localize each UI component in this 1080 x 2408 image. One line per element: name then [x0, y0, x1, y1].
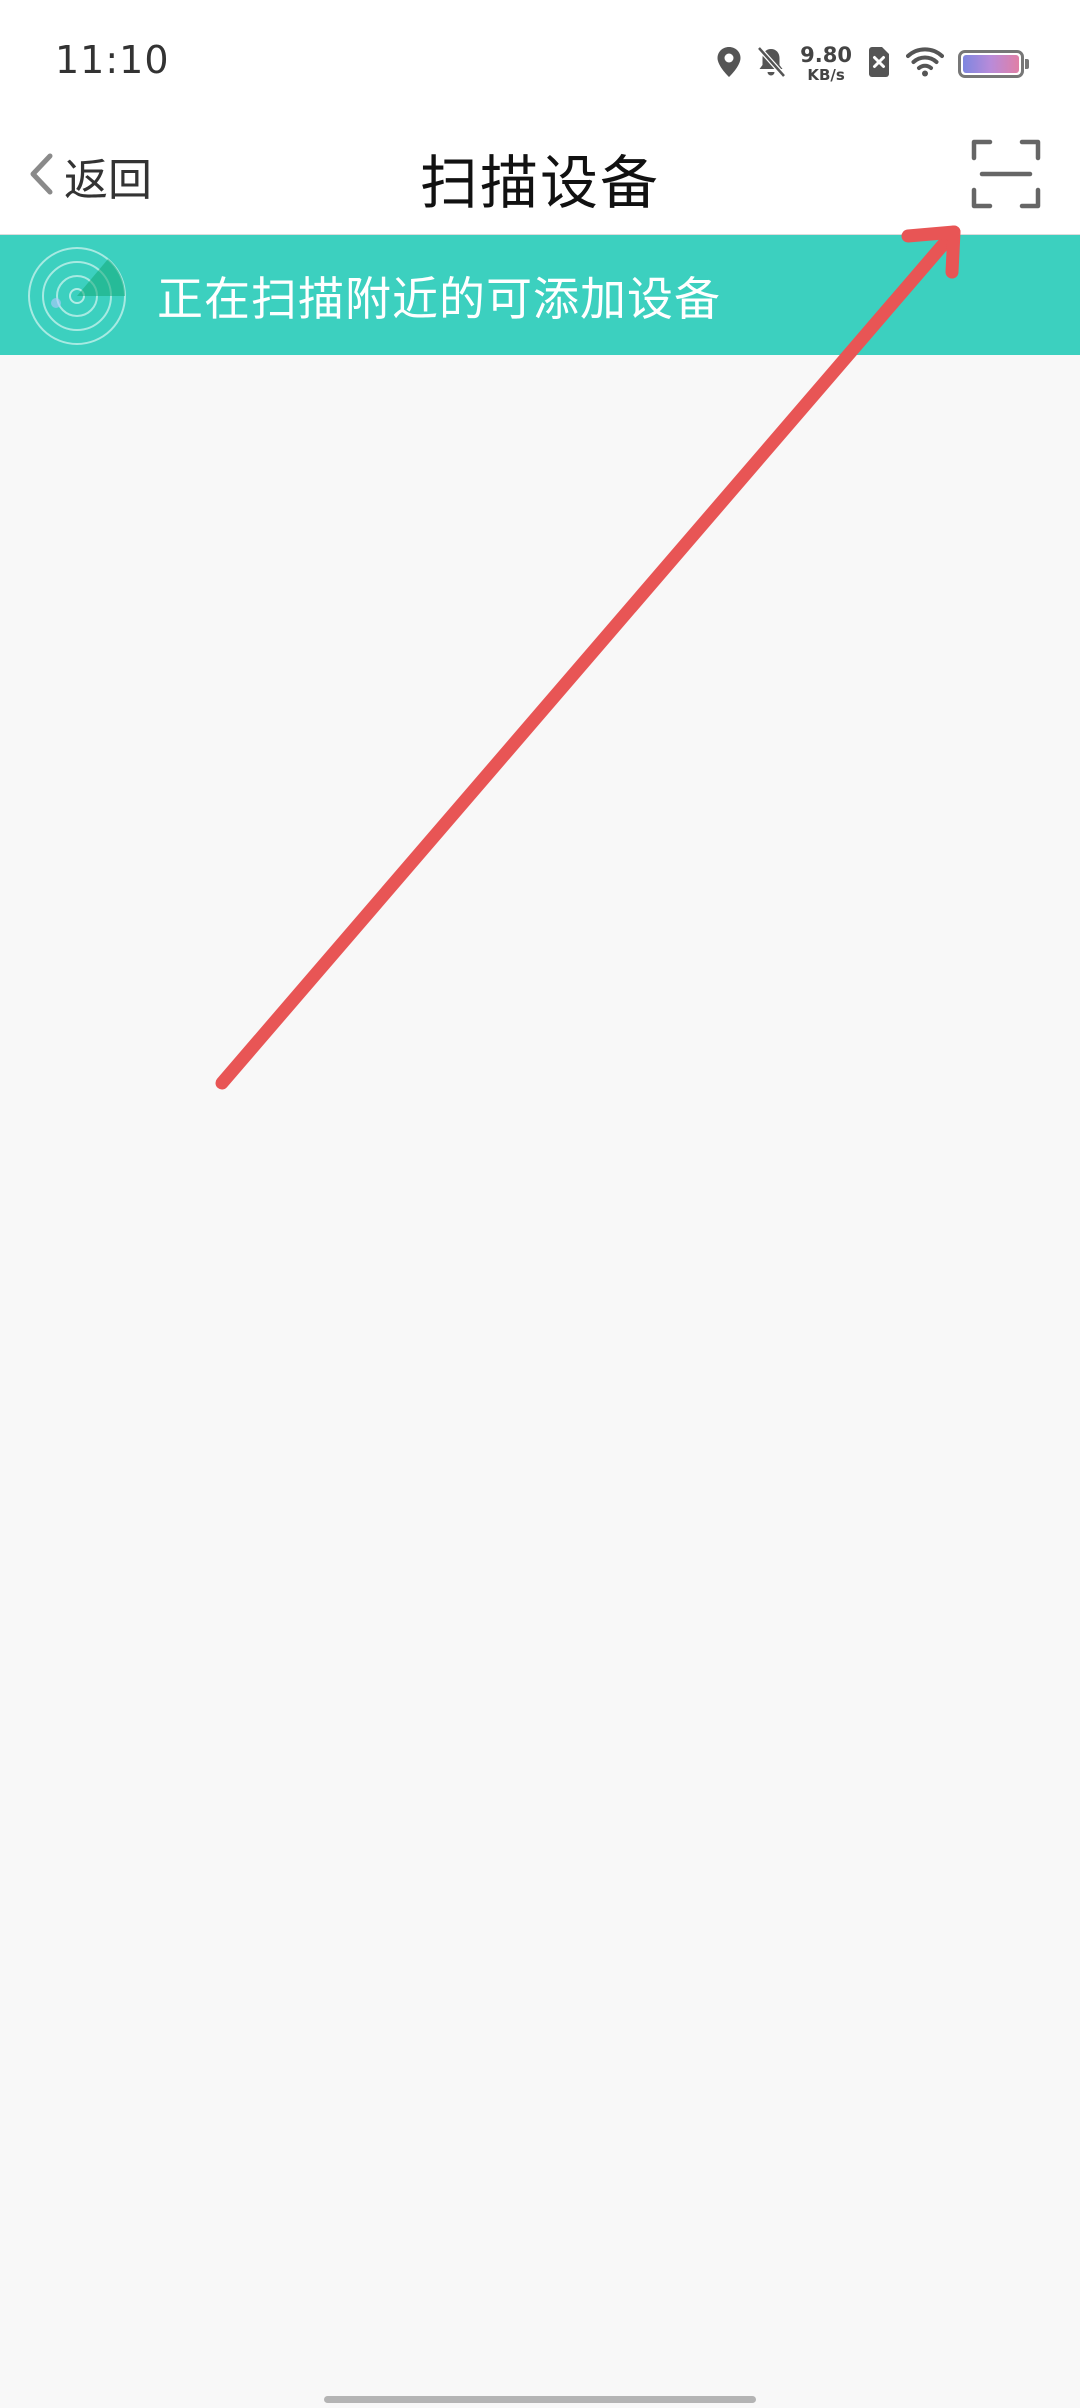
- status-bar: 11:10 9.80 KB/s: [0, 0, 1080, 118]
- battery-icon: [958, 50, 1029, 78]
- scan-frame-icon: [971, 139, 1041, 209]
- battery-level: [963, 55, 1019, 73]
- page-title: 扫描设备: [419, 149, 660, 217]
- status-time: 11:10: [55, 38, 170, 82]
- bell-muted-icon: [756, 46, 787, 82]
- status-icons: 9.80 KB/s: [716, 36, 1029, 92]
- banner-text: 正在扫描附近的可添加设备: [157, 272, 721, 326]
- net-speed-unit: KB/s: [807, 66, 845, 84]
- radar-icon: [28, 247, 126, 345]
- location-icon: [716, 46, 742, 82]
- home-indicator[interactable]: [324, 2396, 756, 2403]
- scanning-banner: 正在扫描附近的可添加设备: [0, 235, 1080, 355]
- scan-button[interactable]: [968, 136, 1044, 212]
- wifi-icon: [906, 46, 944, 82]
- app-root: 11:10 9.80 KB/s 返回 扫描设备 正在扫描附近的可添加设备: [0, 0, 1080, 2408]
- sim-error-icon: [866, 46, 892, 82]
- device-list-area: [0, 355, 1080, 2408]
- net-speed-value: 9.80: [800, 43, 852, 67]
- net-speed: 9.80 KB/s: [800, 45, 852, 83]
- header: 返回 扫描设备: [0, 118, 1080, 235]
